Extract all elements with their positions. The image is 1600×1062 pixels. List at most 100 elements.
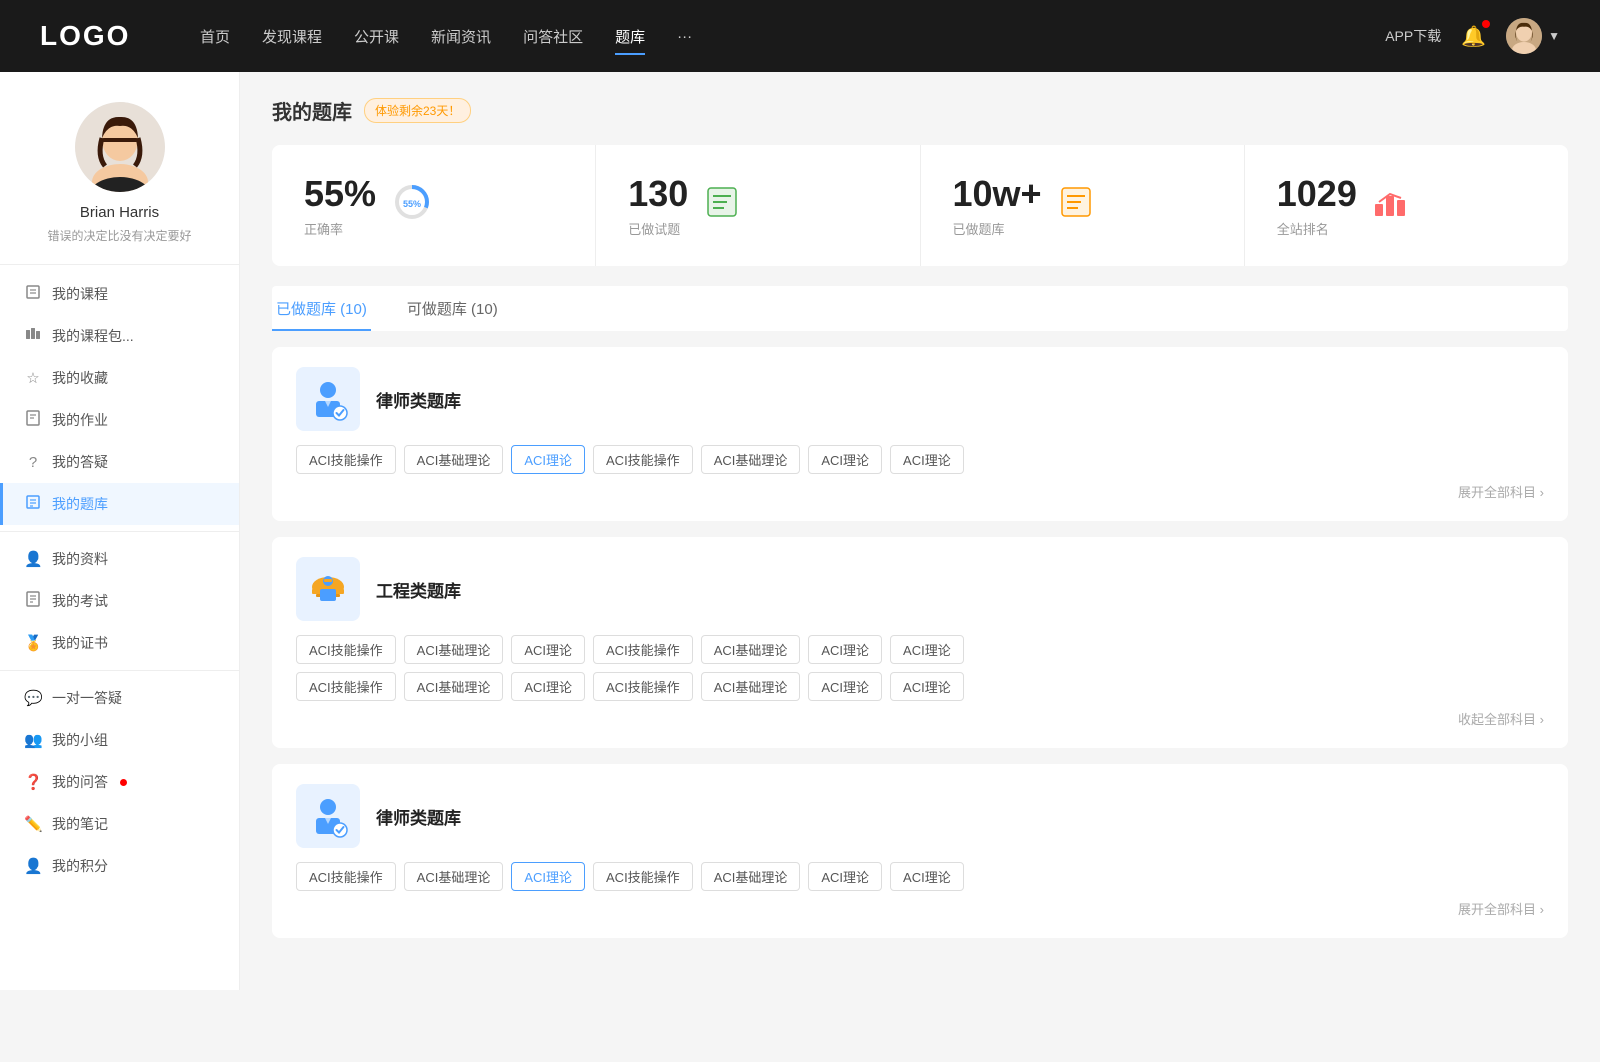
sidebar-item-certificate[interactable]: 🏅 我的证书 — [0, 622, 239, 664]
l2-tag-2-active[interactable]: ACI理论 — [511, 862, 585, 891]
qbank-header-lawyer-1: 律师类题库 — [296, 367, 1544, 431]
sidebar-item-myqa[interactable]: ❓ 我的问答 — [0, 761, 239, 803]
tag-3[interactable]: ACI技能操作 — [593, 445, 693, 474]
eng-tag-0[interactable]: ACI技能操作 — [296, 635, 396, 664]
eng-tag-3[interactable]: ACI技能操作 — [593, 635, 693, 664]
sidebar-item-points[interactable]: 👤 我的积分 — [0, 845, 239, 887]
done-banks-icon — [1058, 184, 1094, 227]
profile-section: Brian Harris 错误的决定比没有决定要好 — [0, 72, 239, 265]
nav-news[interactable]: 新闻资讯 — [431, 22, 491, 51]
qbank-title-lawyer-1: 律师类题库 — [376, 387, 461, 412]
nav: 首页 发现课程 公开课 新闻资讯 问答社区 题库 ··· — [200, 22, 1345, 51]
eng-tag-r2-2[interactable]: ACI理论 — [511, 672, 585, 701]
profile-name: Brian Harris — [80, 204, 159, 221]
certificate-icon: 🏅 — [24, 634, 42, 652]
stat-done-banks-value: 10w+ — [953, 173, 1042, 215]
sidebar-item-profile[interactable]: 👤 我的资料 — [0, 538, 239, 580]
sidebar-item-course-pack[interactable]: 我的课程包... — [0, 315, 239, 357]
qbank-title-engineer: 工程类题库 — [376, 577, 461, 602]
eng-tag-r2-0[interactable]: ACI技能操作 — [296, 672, 396, 701]
sidebar-item-exam[interactable]: 我的考试 — [0, 580, 239, 622]
eng-tag-r2-1[interactable]: ACI基础理论 — [404, 672, 504, 701]
sidebar-item-favorites[interactable]: ☆ 我的收藏 — [0, 357, 239, 399]
trial-badge: 体验剩余23天！ — [364, 98, 471, 123]
stat-done-banks: 10w+ 已做题库 — [921, 145, 1245, 266]
lawyer-icon-wrap — [296, 367, 360, 431]
tag-2-active[interactable]: ACI理论 — [511, 445, 585, 474]
tags-row-engineer-1: ACI技能操作 ACI基础理论 ACI理论 ACI技能操作 ACI基础理论 AC… — [296, 635, 1544, 664]
user-avatar-wrapper[interactable]: ▼ — [1506, 18, 1560, 54]
nav-open-course[interactable]: 公开课 — [354, 22, 399, 51]
eng-tag-r2-3[interactable]: ACI技能操作 — [593, 672, 693, 701]
stats-row: 55% 正确率 55% 130 已做试题 — [272, 145, 1568, 266]
sidebar-item-qbank[interactable]: 我的题库 — [0, 483, 239, 525]
profile-avatar — [75, 102, 165, 192]
red-dot-badge — [120, 779, 127, 786]
stat-accuracy: 55% 正确率 55% — [272, 145, 596, 266]
tab-available[interactable]: 可做题库 (10) — [403, 286, 502, 331]
sidebar-item-tutoring[interactable]: 💬 一对一答疑 — [0, 677, 239, 719]
eng-tag-r2-4[interactable]: ACI基础理论 — [701, 672, 801, 701]
qbank-icon — [24, 494, 42, 514]
l2-tag-6[interactable]: ACI理论 — [890, 862, 964, 891]
tags-row-lawyer-2: ACI技能操作 ACI基础理论 ACI理论 ACI技能操作 ACI基础理论 AC… — [296, 862, 1544, 891]
eng-tag-4[interactable]: ACI基础理论 — [701, 635, 801, 664]
qbank-card-engineer: 工程类题库 ACI技能操作 ACI基础理论 ACI理论 ACI技能操作 ACI基… — [272, 537, 1568, 748]
eng-tag-r2-5[interactable]: ACI理论 — [808, 672, 882, 701]
homework-icon — [24, 410, 42, 430]
qbank-header-engineer: 工程类题库 — [296, 557, 1544, 621]
tag-0[interactable]: ACI技能操作 — [296, 445, 396, 474]
sidebar-item-group[interactable]: 👥 我的小组 — [0, 719, 239, 761]
expand-link-engineer[interactable]: 收起全部科目 › — [296, 709, 1544, 728]
stat-accuracy-label: 正确率 — [304, 219, 376, 238]
sidebar-item-qa[interactable]: ? 我的答疑 — [0, 441, 239, 483]
eng-tag-5[interactable]: ACI理论 — [808, 635, 882, 664]
eng-tag-2[interactable]: ACI理论 — [511, 635, 585, 664]
stat-ranking-label: 全站排名 — [1277, 219, 1357, 238]
stat-ranking: 1029 全站排名 — [1245, 145, 1568, 266]
profile-icon: 👤 — [24, 550, 42, 568]
l2-tag-4[interactable]: ACI基础理论 — [701, 862, 801, 891]
eng-tag-1[interactable]: ACI基础理论 — [404, 635, 504, 664]
course-pack-icon — [24, 326, 42, 346]
nav-qa[interactable]: 问答社区 — [523, 22, 583, 51]
bell-icon[interactable]: 🔔 — [1461, 24, 1486, 49]
l2-tag-1[interactable]: ACI基础理论 — [404, 862, 504, 891]
tab-done[interactable]: 已做题库 (10) — [272, 286, 371, 331]
l2-tag-3[interactable]: ACI技能操作 — [593, 862, 693, 891]
l2-tag-0[interactable]: ACI技能操作 — [296, 862, 396, 891]
qa-icon: ? — [24, 454, 42, 471]
nav-discover[interactable]: 发现课程 — [262, 22, 322, 51]
nav-home[interactable]: 首页 — [200, 22, 230, 51]
group-icon: 👥 — [24, 731, 42, 749]
tag-6[interactable]: ACI理论 — [890, 445, 964, 474]
eng-tag-r2-6[interactable]: ACI理论 — [890, 672, 964, 701]
tags-row-lawyer-1: ACI技能操作 ACI基础理论 ACI理论 ACI技能操作 ACI基础理论 AC… — [296, 445, 1544, 474]
layout: Brian Harris 错误的决定比没有决定要好 我的课程 我的课程包... … — [0, 72, 1600, 990]
tabs-row: 已做题库 (10) 可做题库 (10) — [272, 286, 1568, 331]
tag-4[interactable]: ACI基础理论 — [701, 445, 801, 474]
myqa-icon: ❓ — [24, 773, 42, 791]
courses-icon — [24, 284, 42, 304]
app-download-link[interactable]: APP下载 — [1385, 26, 1441, 46]
sidebar-item-homework[interactable]: 我的作业 — [0, 399, 239, 441]
nav-more[interactable]: ··· — [677, 24, 692, 49]
tag-1[interactable]: ACI基础理论 — [404, 445, 504, 474]
lawyer-icon-wrap-2 — [296, 784, 360, 848]
exam-icon — [24, 591, 42, 611]
sidebar-item-courses[interactable]: 我的课程 — [0, 273, 239, 315]
sidebar-item-notes[interactable]: ✏️ 我的笔记 — [0, 803, 239, 845]
profile-motto: 错误的决定比没有决定要好 — [47, 227, 191, 244]
qbank-card-lawyer-1: 律师类题库 ACI技能操作 ACI基础理论 ACI理论 ACI技能操作 ACI基… — [272, 347, 1568, 521]
logo[interactable]: LOGO — [40, 20, 160, 52]
page-header: 我的题库 体验剩余23天！ — [272, 96, 1568, 125]
tag-5[interactable]: ACI理论 — [808, 445, 882, 474]
expand-link-lawyer-1[interactable]: 展开全部科目 › — [296, 482, 1544, 501]
l2-tag-5[interactable]: ACI理论 — [808, 862, 882, 891]
page-title: 我的题库 — [272, 96, 352, 125]
nav-qbank[interactable]: 题库 — [615, 22, 645, 51]
eng-tag-6[interactable]: ACI理论 — [890, 635, 964, 664]
qbank-card-lawyer-2: 律师类题库 ACI技能操作 ACI基础理论 ACI理论 ACI技能操作 ACI基… — [272, 764, 1568, 938]
tutoring-icon: 💬 — [24, 689, 42, 707]
expand-link-lawyer-2[interactable]: 展开全部科目 › — [296, 899, 1544, 918]
